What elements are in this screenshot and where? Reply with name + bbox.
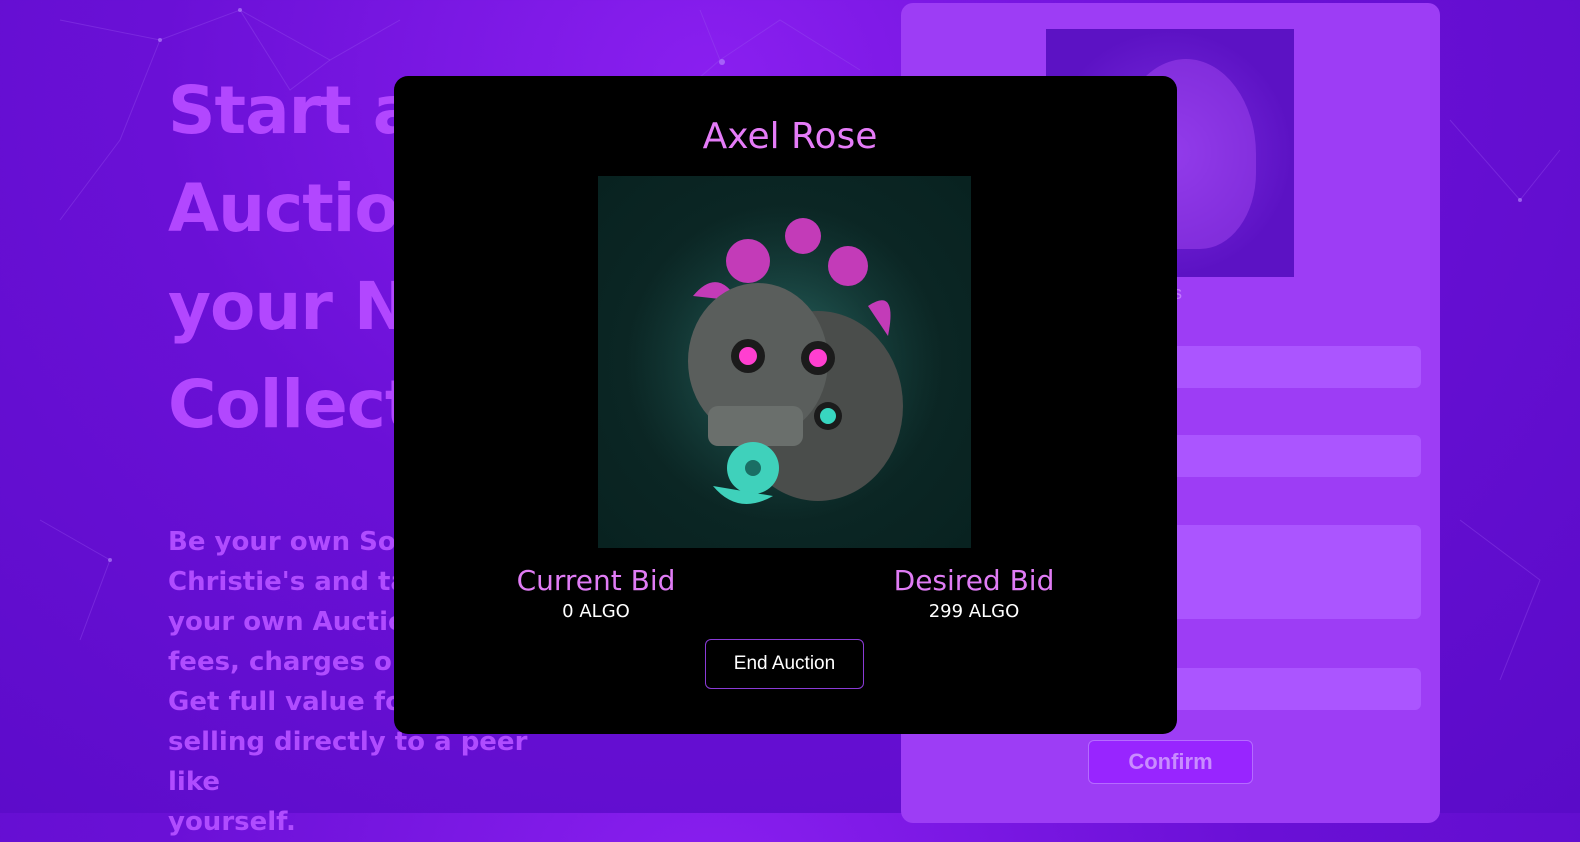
end-auction-button[interactable]: End Auction xyxy=(705,639,864,689)
desired-bid-block: Desired Bid 299 ALGO xyxy=(858,564,1090,626)
current-bid-block: Current Bid 0 ALGO xyxy=(480,564,712,626)
desired-bid-value: 299 ALGO xyxy=(928,601,1020,622)
current-bid-label: Current Bid xyxy=(516,564,676,597)
nft-image xyxy=(598,176,971,548)
current-bid-value: 0 ALGO xyxy=(562,601,630,622)
skull-artwork-icon xyxy=(614,196,954,536)
desired-bid-label: Desired Bid xyxy=(893,564,1055,597)
modal-title: Axel Rose xyxy=(702,116,878,157)
modal-overlay: Axel Rose Current Bid 0 ALGO Desired Bid… xyxy=(0,0,1580,813)
